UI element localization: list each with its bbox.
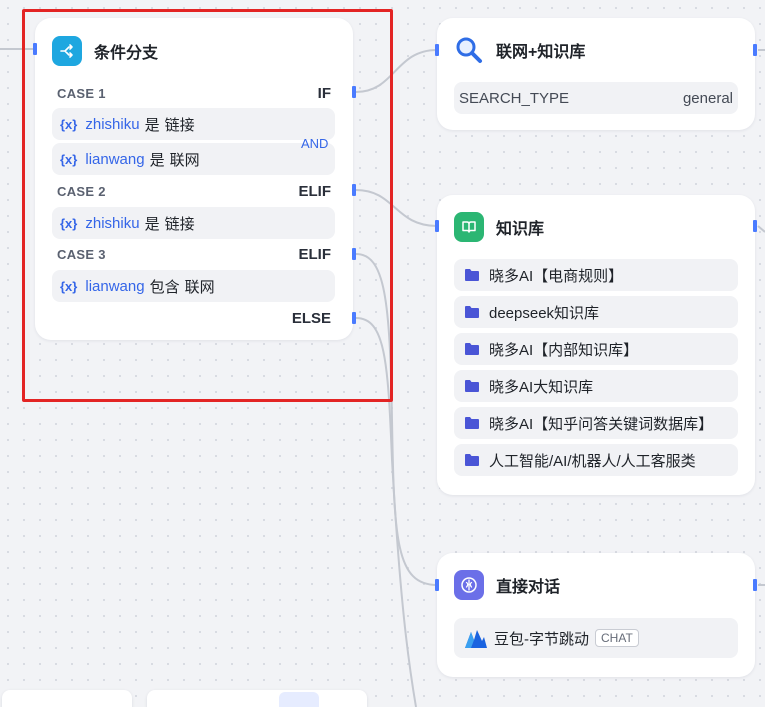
folder-icon [465, 306, 479, 318]
model-type-badge: CHAT [595, 629, 639, 647]
kb-item-label: deepseek知识库 [489, 304, 600, 322]
kb-item[interactable]: 晓多AI【电商规则】 [454, 259, 738, 291]
kb-item[interactable]: 晓多AI【内部知识库】 [454, 333, 738, 365]
web-search-kb-node[interactable]: 联网+知识库 SEARCH_TYPE general [435, 18, 757, 130]
output-handle[interactable] [753, 579, 757, 591]
book-icon [454, 212, 484, 242]
node-header: 知识库 [454, 212, 544, 242]
direct-chat-node[interactable]: 直接对话 豆包-字节跳动 CHAT [435, 553, 757, 677]
kb-item[interactable]: 晓多AI大知识库 [454, 370, 738, 402]
kb-item-label: 人工智能/AI/机器人/人工客服类 [489, 452, 696, 470]
output-handle[interactable] [753, 44, 757, 56]
model-selector[interactable]: 豆包-字节跳动 CHAT [454, 618, 738, 658]
node-title: 联网+知识库 [496, 44, 586, 61]
toolbar-active-button[interactable] [279, 692, 319, 707]
selection-highlight-box [22, 9, 393, 402]
kb-item-label: 晓多AI大知识库 [489, 378, 594, 396]
chat-icon [454, 570, 484, 600]
node-title: 直接对话 [496, 579, 561, 596]
param-key: SEARCH_TYPE [459, 89, 570, 107]
folder-icon [465, 343, 479, 355]
folder-icon [465, 269, 479, 281]
search-icon [454, 35, 484, 65]
knowledge-base-node[interactable]: 知识库 晓多AI【电商规则】 deepseek知识库 晓多AI【内部知识库】 晓… [435, 195, 757, 495]
search-type-param[interactable]: SEARCH_TYPE general [454, 82, 738, 114]
kb-item[interactable]: 人工智能/AI/机器人/人工客服类 [454, 444, 738, 476]
node-header: 直接对话 [454, 570, 560, 600]
input-handle[interactable] [435, 220, 439, 232]
kb-item-label: 晓多AI【知乎问答关键词数据库】 [489, 415, 714, 433]
node-title: 知识库 [496, 221, 545, 238]
kb-item[interactable]: 晓多AI【知乎问答关键词数据库】 [454, 407, 738, 439]
zoom-toolbar[interactable] [2, 690, 132, 707]
kb-item-label: 晓多AI【内部知识库】 [489, 341, 639, 359]
kb-item[interactable]: deepseek知识库 [454, 296, 738, 328]
canvas-toolbar[interactable] [147, 690, 367, 707]
input-handle[interactable] [435, 44, 439, 56]
node-header: 联网+知识库 [454, 35, 585, 65]
model-name: 豆包-字节跳动 [494, 630, 589, 648]
folder-icon [465, 454, 479, 466]
output-handle[interactable] [753, 220, 757, 232]
edge-kb-out [757, 225, 765, 233]
doubao-logo-icon [465, 630, 487, 648]
kb-item-label: 晓多AI【电商规则】 [489, 267, 624, 285]
param-value: general [682, 89, 733, 107]
input-handle[interactable] [435, 579, 439, 591]
folder-icon [465, 380, 479, 392]
folder-icon [465, 417, 479, 429]
